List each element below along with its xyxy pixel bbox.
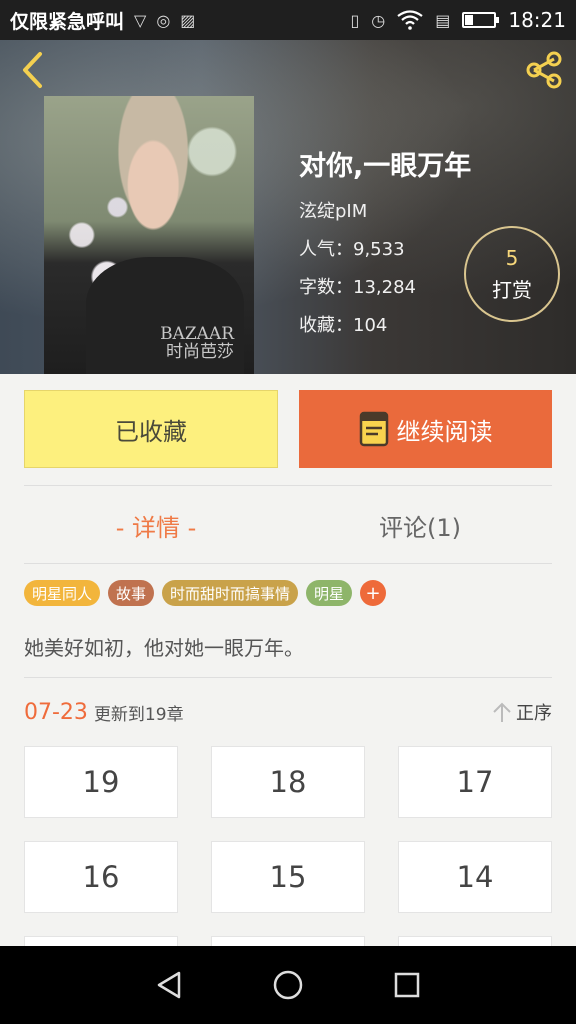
continue-reading-button[interactable]: 继续阅读 — [299, 390, 552, 468]
chevron-left-icon — [23, 52, 42, 88]
arrow-up-icon — [493, 702, 511, 722]
collected-label: 已收藏 — [115, 417, 187, 446]
continue-reading-label: 继续阅读 — [396, 417, 493, 446]
location-icon: ◎ — [156, 10, 171, 30]
back-triangle-icon[interactable] — [153, 969, 185, 1001]
image-icon: ▨ — [180, 10, 196, 30]
chapter-button[interactable]: 15 — [211, 841, 365, 913]
system-nav-bar — [0, 946, 576, 1024]
chapter-button[interactable]: 16 — [24, 841, 178, 913]
reward-label: 打赏 — [492, 277, 532, 302]
book-header: BAZAAR 时尚芭莎 对你,一眼万年 泫绽pIM 人气：9,533 字数：13… — [0, 40, 576, 374]
sort-label: 正序 — [516, 703, 552, 724]
update-row: 07-23 更新到19章 正序 — [24, 696, 552, 728]
book-title: 对你,一眼万年 — [299, 151, 472, 182]
tab-details[interactable]: - 详情 - — [24, 486, 288, 564]
book-icon — [359, 411, 388, 447]
share-icon — [526, 51, 562, 89]
tag-item[interactable]: 时而甜时而搞事情 — [162, 580, 299, 606]
wifi-icon — [397, 10, 423, 30]
vibrate-icon: ▯ — [350, 10, 360, 30]
share-button[interactable] — [522, 50, 566, 90]
sort-button[interactable]: 正序 — [492, 699, 552, 725]
recents-square-icon[interactable] — [391, 969, 423, 1001]
book-summary: 她美好如初，他对她一眼万年。 — [24, 636, 304, 660]
tab-comments[interactable]: 评论(1) — [288, 486, 552, 564]
update-date: 07-23 — [24, 699, 88, 725]
book-author[interactable]: 泫绽pIM — [299, 197, 471, 223]
chapter-button[interactable]: 17 — [398, 746, 552, 818]
chapter-button[interactable]: 19 — [24, 746, 178, 818]
tag-item[interactable]: 故事 — [108, 580, 155, 606]
reward-button[interactable]: 5 打赏 — [464, 226, 560, 322]
chapter-button[interactable]: 14 — [398, 841, 552, 913]
favorites-stat: 收藏：104 — [299, 315, 388, 336]
reward-count: 5 — [505, 245, 519, 270]
cover-magazine-text: BAZAAR 时尚芭莎 — [160, 323, 234, 363]
collected-button[interactable]: 已收藏 — [24, 390, 278, 468]
alarm-icon: ◷ — [371, 10, 386, 30]
sim-icon: ▤ — [435, 10, 451, 30]
home-circle-icon[interactable] — [272, 969, 304, 1001]
battery-icon — [462, 12, 500, 28]
book-cover[interactable]: BAZAAR 时尚芭莎 — [44, 96, 254, 374]
back-button[interactable] — [14, 50, 50, 90]
divider — [24, 677, 552, 678]
book-info: 对你,一眼万年 泫绽pIM 人气：9,533 字数：13,284 收藏：104 — [299, 144, 471, 349]
update-text: 更新到19章 — [93, 704, 184, 725]
word-count-stat: 字数：13,284 — [299, 277, 416, 298]
add-tag-button[interactable]: + — [360, 580, 387, 606]
tab-bar: - 详情 - 评论(1) — [24, 486, 552, 564]
popularity-stat: 人气：9,533 — [299, 239, 405, 260]
status-bar: 仅限紧急呼叫 ▽ ◎ ▨ ▯ ◷ ▤ 18:21 — [0, 0, 576, 40]
chapter-button[interactable]: 18 — [211, 746, 365, 818]
shield-icon: ▽ — [134, 10, 147, 30]
divider — [24, 563, 552, 564]
tag-list: 明星同人 故事 时而甜时而搞事情 明星 + — [24, 580, 387, 606]
carrier-text: 仅限紧急呼叫 — [10, 10, 125, 33]
tag-item[interactable]: 明星 — [306, 580, 353, 606]
clock-time: 18:21 — [508, 8, 566, 32]
tag-item[interactable]: 明星同人 — [24, 580, 101, 606]
